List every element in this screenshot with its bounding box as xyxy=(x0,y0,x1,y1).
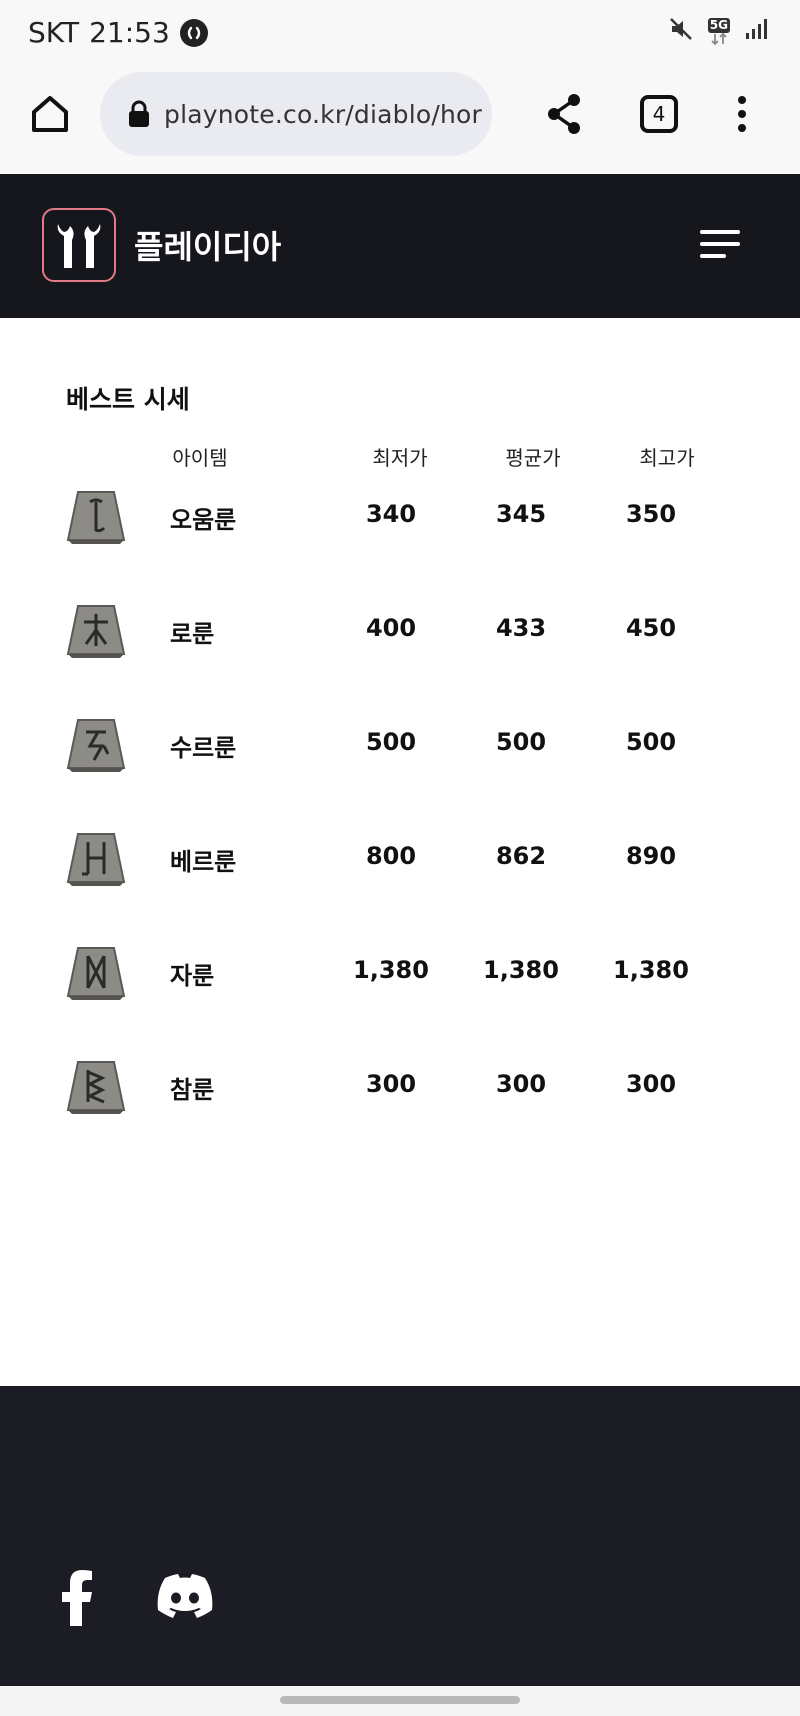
item-name: 로룬 xyxy=(170,620,215,648)
table-row[interactable]: 수르룬 500 500 500 xyxy=(0,710,800,790)
network-label: 5G xyxy=(707,17,730,33)
price-max: 1,380 xyxy=(613,956,689,984)
browser-menu-button[interactable] xyxy=(730,94,754,134)
carrier-label: SKT xyxy=(28,16,80,49)
address-bar[interactable]: playnote.co.kr/diablo/hor xyxy=(100,72,492,156)
logo-hands-icon xyxy=(57,224,101,268)
price-max: 450 xyxy=(625,614,677,642)
signal-icon xyxy=(744,17,768,45)
column-header-avg: 평균가 xyxy=(505,446,561,470)
price-avg: 500 xyxy=(495,728,547,756)
price-min: 800 xyxy=(365,842,417,870)
rune-ohm-icon xyxy=(66,491,126,544)
price-avg: 433 xyxy=(495,614,547,642)
price-avg: 300 xyxy=(495,1070,547,1098)
hamburger-line xyxy=(700,230,740,234)
facebook-icon[interactable] xyxy=(60,1570,94,1626)
item-name: 자룬 xyxy=(170,962,215,990)
site-footer xyxy=(0,1386,800,1686)
discord-icon[interactable] xyxy=(156,1574,214,1618)
table-row[interactable]: 자룬 1,380 1,380 1,380 xyxy=(0,938,800,1018)
price-min: 340 xyxy=(365,500,417,528)
status-bar: SKT 21:53 5G xyxy=(0,0,800,68)
site-logo[interactable] xyxy=(42,208,116,282)
site-name[interactable]: 플레이디아 xyxy=(134,222,281,268)
column-header-min: 최저가 xyxy=(372,446,428,470)
status-left: SKT 21:53 xyxy=(28,16,208,49)
rune-sur-icon xyxy=(66,719,126,772)
price-min: 300 xyxy=(365,1070,417,1098)
item-name: 참룬 xyxy=(170,1076,215,1104)
browser-toolbar: playnote.co.kr/diablo/hor 4 xyxy=(0,68,800,174)
price-avg: 862 xyxy=(495,842,547,870)
mute-icon xyxy=(668,16,694,46)
tab-switcher-button[interactable]: 4 xyxy=(640,95,678,133)
price-min: 500 xyxy=(365,728,417,756)
item-name: 베르룬 xyxy=(170,848,237,876)
column-header-item: 아이템 xyxy=(172,446,228,470)
section-title: 베스트 시세 xyxy=(66,385,190,414)
table-row[interactable]: 참룬 300 300 300 xyxy=(0,1052,800,1132)
price-max: 500 xyxy=(625,728,677,756)
rune-lo-icon xyxy=(66,605,126,658)
price-max: 300 xyxy=(625,1070,677,1098)
item-name: 수르룬 xyxy=(170,734,237,762)
shazam-icon xyxy=(179,18,208,47)
status-right: 5G xyxy=(668,16,768,46)
tab-count: 4 xyxy=(652,102,666,126)
site-menu-button[interactable] xyxy=(700,228,742,260)
url-text: playnote.co.kr/diablo/hor xyxy=(164,99,483,129)
more-vert-icon xyxy=(738,96,746,132)
home-button[interactable] xyxy=(28,92,72,136)
rune-jah-icon xyxy=(66,947,126,1000)
share-button[interactable] xyxy=(544,92,584,136)
price-max: 890 xyxy=(625,842,677,870)
table-row[interactable]: 오움룬 340 345 350 xyxy=(0,482,800,562)
price-avg: 345 xyxy=(495,500,547,528)
hamburger-line xyxy=(700,242,740,246)
table-row[interactable]: 로룬 400 433 450 xyxy=(0,596,800,676)
gesture-handle[interactable] xyxy=(280,1696,520,1704)
clock: 21:53 xyxy=(89,16,170,49)
table-row[interactable]: 베르룬 800 862 890 xyxy=(0,824,800,904)
system-nav-bar xyxy=(0,1686,800,1716)
hamburger-line xyxy=(700,254,726,258)
rune-ber-icon xyxy=(66,833,126,886)
price-avg: 1,380 xyxy=(483,956,559,984)
home-icon xyxy=(32,96,68,132)
network-5g-icon: 5G xyxy=(707,17,730,45)
site-header: 플레이디아 xyxy=(0,174,800,318)
lock-icon xyxy=(129,100,149,127)
column-header-max: 최고가 xyxy=(639,446,695,470)
rune-cham-icon xyxy=(66,1061,126,1114)
price-min: 1,380 xyxy=(353,956,429,984)
price-min: 400 xyxy=(365,614,417,642)
share-icon xyxy=(548,94,580,134)
price-max: 350 xyxy=(625,500,677,528)
item-name: 오움룬 xyxy=(170,506,237,534)
